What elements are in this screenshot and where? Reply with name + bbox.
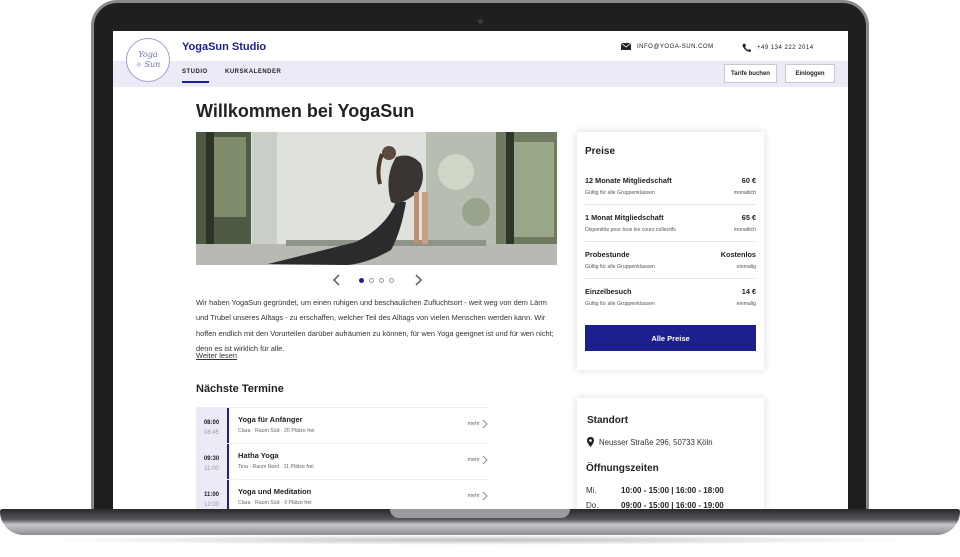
brand-name[interactable]: YogaSun Studio bbox=[182, 41, 266, 53]
phone-icon bbox=[742, 43, 751, 52]
logo-text-2: Sun bbox=[144, 60, 161, 69]
envelope-icon bbox=[621, 43, 631, 50]
price-name: Probestunde bbox=[585, 250, 630, 259]
price-row: Einzelbesuch 14 € Gültig für alle Gruppe… bbox=[585, 279, 756, 316]
prices-title: Preise bbox=[585, 146, 616, 157]
price-note: Gültig für alle Gruppenklassen bbox=[585, 264, 655, 270]
event-more-link[interactable]: mehr bbox=[467, 421, 480, 427]
email-text: INFO@YOGA-SUN.COM bbox=[637, 43, 714, 50]
hours-row: Do. 09:00 - 15:00 | 16:00 - 19:00 bbox=[586, 501, 724, 509]
event-more-link[interactable]: mehr bbox=[467, 493, 480, 499]
chevron-left-icon[interactable] bbox=[331, 272, 343, 288]
read-more-link[interactable]: Weiter lesen bbox=[196, 351, 237, 360]
intro-text: Wir haben YogaSun gegründet, um einen ru… bbox=[196, 298, 554, 353]
yoga-photo bbox=[196, 132, 557, 265]
event-start: 11:00 bbox=[203, 492, 219, 498]
price-name: Einzelbesuch bbox=[585, 287, 632, 296]
yogasun-logo[interactable]: Yoga ☼ Sun bbox=[126, 38, 170, 82]
event-start: 08:00 bbox=[203, 420, 220, 426]
price-period: einmalig bbox=[736, 301, 756, 307]
event-name: Hatha Yoga bbox=[238, 451, 279, 460]
event-row[interactable]: 09:30 11:00 Hatha Yoga Tina · Raum Nord … bbox=[196, 443, 488, 479]
hours-day: Do. bbox=[586, 501, 599, 509]
tab-studio[interactable]: STUDIO bbox=[182, 69, 209, 83]
event-row[interactable]: 08:00 08:45 Yoga für Anfänger Clara · Ra… bbox=[196, 407, 488, 443]
price-value: 14 € bbox=[741, 287, 756, 296]
carousel-dot-1[interactable] bbox=[359, 278, 364, 283]
event-more-link[interactable]: mehr bbox=[467, 457, 480, 463]
carousel-dot-3[interactable] bbox=[379, 278, 384, 283]
page-title: Willkommen bei YogaSun bbox=[196, 101, 415, 121]
price-value: Kostenlos bbox=[720, 250, 756, 259]
event-row[interactable]: 11:00 12:00 Yoga und Meditation Clara · … bbox=[196, 479, 488, 509]
map-pin-icon bbox=[587, 437, 594, 447]
logo-text-1: Yoga bbox=[138, 50, 158, 59]
hours-day: Mi. bbox=[586, 486, 597, 495]
hero-carousel bbox=[196, 272, 557, 288]
price-note: Gültig für alle Gruppenklassen bbox=[585, 301, 655, 307]
camera-icon bbox=[478, 19, 483, 24]
book-rates-button[interactable]: Tarife buchen bbox=[724, 64, 777, 83]
event-meta: Clara · Raum Süd · 9 Plätze frei bbox=[238, 500, 312, 506]
browser-screen: Yoga ☼ Sun YogaSun Studio INFO@YOGA-SUN.… bbox=[113, 31, 848, 509]
phone-contact[interactable]: +49 134 222 2014 bbox=[742, 43, 814, 52]
event-name: Yoga und Meditation bbox=[238, 487, 312, 496]
laptop-shadow bbox=[40, 535, 920, 545]
price-note: Disponible pour tous les cours collectif… bbox=[585, 227, 676, 233]
address-text: Neusser Straße 296, 50733 Köln bbox=[599, 437, 713, 447]
laptop-notch bbox=[390, 509, 570, 518]
chevron-right-icon bbox=[482, 491, 488, 501]
carousel-dot-2[interactable] bbox=[369, 278, 374, 283]
event-end: 08:45 bbox=[203, 430, 219, 436]
hours-row: Mi. 10:00 - 15:00 | 16:00 - 18:00 bbox=[586, 486, 724, 495]
event-name: Yoga für Anfänger bbox=[238, 415, 303, 424]
price-row: 1 Monat Mitgliedschaft 65 € Disponible p… bbox=[585, 205, 756, 242]
phone-text: +49 134 222 2014 bbox=[757, 44, 814, 51]
tab-kurskalender[interactable]: KURSKALENDER bbox=[225, 69, 281, 75]
all-prices-button[interactable]: Alle Preise bbox=[585, 325, 756, 351]
email-contact[interactable]: INFO@YOGA-SUN.COM bbox=[621, 43, 714, 50]
address[interactable]: Neusser Straße 296, 50733 Köln bbox=[587, 437, 713, 447]
hours-time: 10:00 - 15:00 | 16:00 - 18:00 bbox=[621, 486, 724, 495]
chevron-right-icon bbox=[482, 455, 488, 465]
hours-time: 09:00 - 15:00 | 16:00 - 19:00 bbox=[621, 501, 724, 509]
events-title: Nächste Termine bbox=[196, 383, 284, 395]
chevron-right-icon bbox=[482, 419, 488, 429]
price-period: monatlich bbox=[733, 190, 756, 196]
price-period: einmalig bbox=[736, 264, 756, 270]
hero-image bbox=[196, 132, 557, 265]
price-period: monatlich bbox=[733, 227, 756, 233]
carousel-dot-4[interactable] bbox=[389, 278, 394, 283]
event-time: 09:30 11:00 bbox=[196, 444, 229, 479]
event-end: 11:00 bbox=[204, 466, 219, 472]
laptop-mockup: Yoga ☼ Sun YogaSun Studio INFO@YOGA-SUN.… bbox=[0, 0, 960, 557]
event-time: 11:00 12:00 bbox=[196, 480, 229, 509]
event-meta: Clara · Raum Süd · 20 Plätze frei bbox=[238, 428, 315, 434]
event-meta: Tina · Raum Nord · 11 Plätze frei bbox=[238, 464, 314, 470]
price-value: 60 € bbox=[741, 176, 756, 185]
event-start: 09:30 bbox=[203, 456, 220, 462]
login-button[interactable]: Einloggen bbox=[785, 64, 835, 83]
location-title: Standort bbox=[587, 415, 629, 426]
price-name: 12 Monate Mitgliedschaft bbox=[585, 176, 672, 185]
sun-icon: ☼ bbox=[135, 61, 142, 69]
price-name: 1 Monat Mitgliedschaft bbox=[585, 213, 664, 222]
event-end: 12:00 bbox=[203, 502, 219, 508]
chevron-right-icon[interactable] bbox=[412, 272, 424, 288]
price-row: 12 Monate Mitgliedschaft 60 € Gültig für… bbox=[585, 168, 756, 205]
event-time: 08:00 08:45 bbox=[196, 408, 229, 443]
hours-title: Öffnungszeiten bbox=[586, 463, 659, 474]
price-note: Gültig für alle Gruppenklassen bbox=[585, 190, 655, 196]
price-row: Probestunde Kostenlos Gültig für alle Gr… bbox=[585, 242, 756, 279]
price-value: 65 € bbox=[741, 213, 756, 222]
